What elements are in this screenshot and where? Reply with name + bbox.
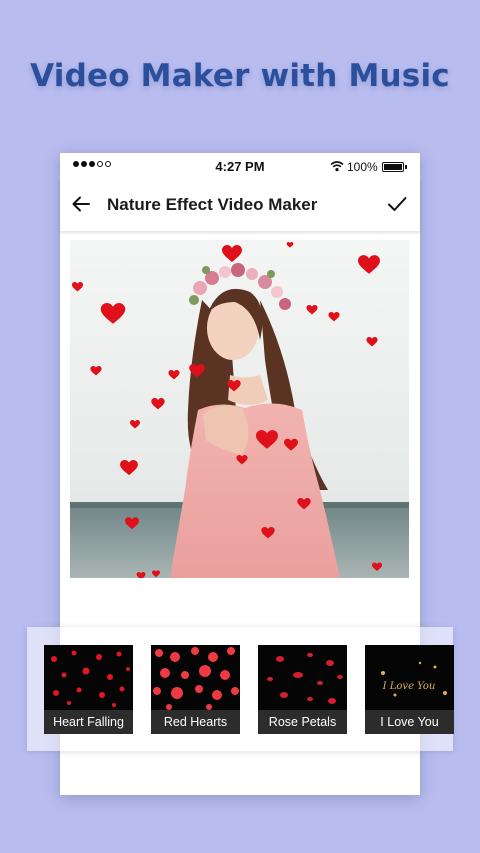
effect-label: Heart Falling	[44, 710, 133, 734]
preview-image	[70, 240, 409, 578]
promo-headline: Video Maker with Music	[30, 58, 450, 94]
battery-percent: 100%	[347, 160, 378, 174]
effect-i-love-you[interactable]: I Love You I Love You	[365, 645, 454, 734]
arrow-left-icon[interactable]	[70, 193, 92, 215]
app-title: Nature Effect Video Maker	[107, 195, 318, 214]
checkmark-icon[interactable]	[386, 193, 408, 215]
effect-red-hearts[interactable]: Red Hearts	[151, 645, 240, 734]
status-bar: 4:27 PM 100%	[60, 153, 420, 179]
wifi-icon	[330, 161, 344, 172]
video-preview[interactable]	[70, 240, 409, 578]
effect-label: Rose Petals	[258, 710, 347, 734]
app-bar: Nature Effect Video Maker	[60, 179, 420, 231]
battery-icon	[382, 162, 407, 172]
effect-rose-petals[interactable]: Rose Petals	[258, 645, 347, 734]
effect-overlay-text: I Love You	[382, 681, 436, 692]
effect-label: I Love You	[365, 710, 454, 734]
effect-heart-falling[interactable]: Heart Falling	[44, 645, 133, 734]
effects-strip: Heart Falling Red Hearts Rose Petals I L…	[27, 627, 454, 751]
effect-label: Red Hearts	[151, 710, 240, 734]
